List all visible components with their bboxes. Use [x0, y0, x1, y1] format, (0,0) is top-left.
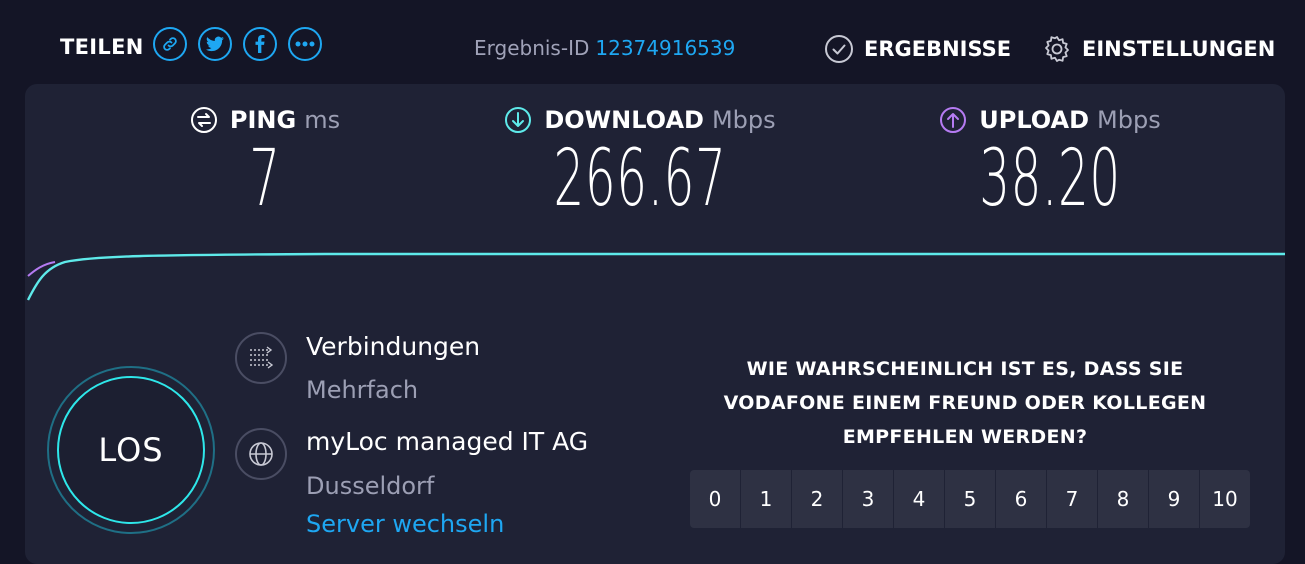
globe-icon [235, 428, 287, 480]
ping-icon [190, 107, 217, 133]
download-value: 266.67 [553, 134, 727, 224]
share-label: TEILEN [60, 35, 144, 59]
check-circle-icon [825, 35, 853, 63]
facebook-icon[interactable] [243, 27, 277, 61]
connections-icon [235, 332, 287, 384]
survey-question: WIE WAHRSCHEINLICH IST ES, DASS SIE VODA… [723, 358, 1207, 448]
result-id: Ergebnis-ID 12374916539 [474, 36, 735, 60]
connections-value: Mehrfach [306, 376, 419, 404]
ping-unit: ms [304, 106, 341, 134]
upload-unit: Mbps [1097, 106, 1161, 134]
download-icon [505, 107, 532, 133]
rating-option-7[interactable]: 7 [1047, 470, 1097, 528]
rating-option-2[interactable]: 2 [792, 470, 842, 528]
upload-icon [940, 107, 967, 133]
settings-label: EINSTELLUNGEN [1082, 37, 1276, 61]
more-icon[interactable] [288, 27, 322, 61]
top-bar: TEILEN Ergebnis-ID 12374916539 ERGEBNISS… [0, 0, 1305, 84]
ping-value: 7 [249, 134, 281, 224]
settings-button[interactable]: EINSTELLUNGEN [1042, 34, 1275, 64]
rating-option-8[interactable]: 8 [1098, 470, 1148, 528]
rating-option-5[interactable]: 5 [945, 470, 995, 528]
download-label: DOWNLOAD [544, 106, 704, 134]
upload-metric: UPLOAD Mbps 38.20 [905, 106, 1195, 218]
link-icon[interactable] [153, 27, 187, 61]
result-id-label: Ergebnis-ID [474, 36, 590, 60]
upload-label: UPLOAD [979, 106, 1090, 134]
rating-option-9[interactable]: 9 [1149, 470, 1199, 528]
speed-graph [26, 252, 1285, 301]
results-button[interactable]: ERGEBNISSE [824, 34, 1011, 64]
rating-option-3[interactable]: 3 [843, 470, 893, 528]
ping-metric: PING ms 7 [175, 106, 355, 218]
rating-option-1[interactable]: 1 [741, 470, 791, 528]
server-name: myLoc managed IT AG [306, 427, 589, 456]
results-card: PING ms 7 DOWNLOAD Mbps 266.67 UPLOAD Mb… [25, 84, 1285, 564]
rating-option-10[interactable]: 10 [1200, 470, 1250, 528]
change-server-link[interactable]: Server wechseln [306, 510, 504, 538]
download-graph-line [26, 252, 1285, 301]
download-unit: Mbps [711, 106, 776, 134]
gear-icon [1045, 36, 1069, 62]
twitter-icon[interactable] [198, 27, 232, 61]
download-metric: DOWNLOAD Mbps 266.67 [485, 106, 795, 218]
rating-option-4[interactable]: 4 [894, 470, 944, 528]
go-button[interactable]: LOS [57, 376, 205, 524]
results-label: ERGEBNISSE [864, 37, 1012, 61]
rating-option-0[interactable]: 0 [690, 470, 740, 528]
result-id-link[interactable]: 12374916539 [595, 36, 735, 60]
upload-value: 38.20 [979, 134, 1121, 224]
server-location: Dusseldorf [306, 472, 435, 500]
ping-label: PING [229, 106, 297, 134]
share-icons [153, 27, 322, 61]
connections-title: Verbindungen [306, 332, 481, 361]
rating-option-6[interactable]: 6 [996, 470, 1046, 528]
go-label: LOS [98, 431, 164, 469]
rating-scale: 0 1 2 3 4 5 6 7 8 9 10 [690, 470, 1250, 528]
